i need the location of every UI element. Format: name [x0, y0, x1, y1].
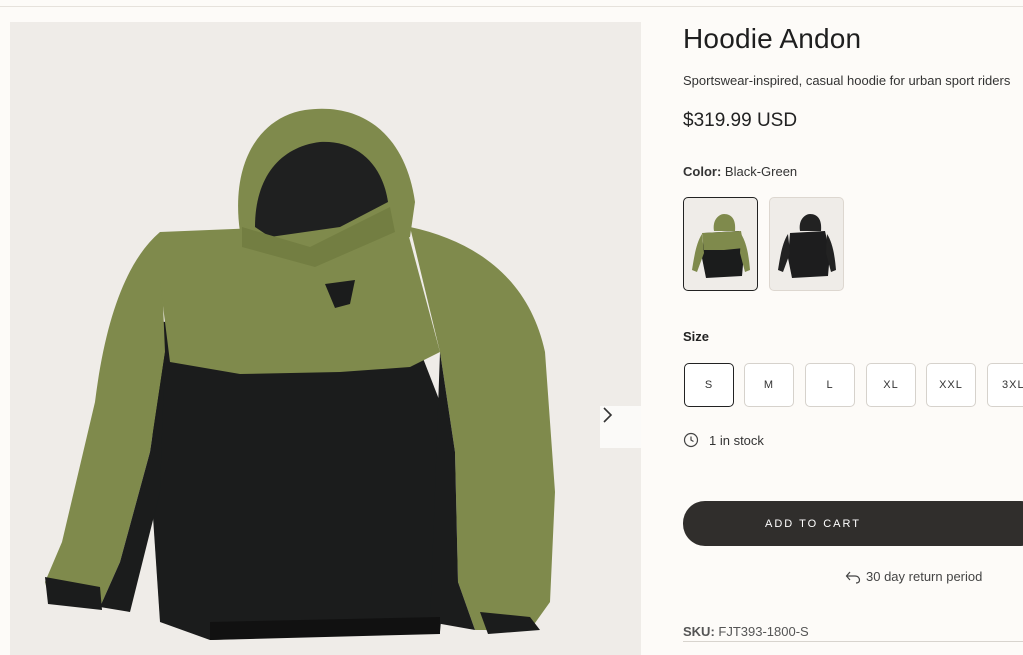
size-option-xl[interactable]: XL: [866, 363, 916, 407]
clock-icon: [683, 432, 699, 448]
swatch-black-image: [778, 214, 836, 278]
return-arrow-icon: [845, 571, 861, 584]
sku-row: SKU: FJT393-1800-S: [683, 624, 809, 639]
stock-status: 1 in stock: [683, 432, 764, 448]
stock-text: 1 in stock: [709, 432, 764, 448]
swatch-black-green[interactable]: [683, 197, 758, 291]
return-policy-text: 30 day return period: [866, 569, 983, 584]
sku-label: SKU:: [683, 624, 715, 639]
sku-divider: [683, 641, 1023, 642]
sku-value: FJT393-1800-S: [718, 624, 809, 639]
size-option-3xl[interactable]: 3XL: [987, 363, 1023, 407]
product-title: Hoodie Andon: [683, 23, 862, 54]
add-to-cart-label: ADD TO CART: [765, 517, 861, 530]
chevron-right-icon: [603, 407, 613, 423]
product-image: [45, 108, 555, 640]
size-option-xxl[interactable]: XXL: [926, 363, 976, 407]
size-label: Size: [683, 329, 710, 344]
return-policy: 30 day return period: [845, 569, 982, 584]
swatch-black[interactable]: [769, 197, 844, 291]
top-divider: [0, 6, 1023, 7]
color-value: Black-Green: [724, 164, 798, 179]
color-label: Color:: [683, 164, 722, 179]
product-gallery[interactable]: [10, 22, 641, 655]
size-option-l[interactable]: L: [805, 363, 855, 407]
size-option-m[interactable]: M: [744, 363, 794, 407]
add-to-cart-button[interactable]: ADD TO CART: [683, 501, 1023, 546]
color-label-row: Color: Black-Green: [683, 164, 797, 179]
size-option-s[interactable]: S: [684, 363, 734, 407]
next-image-button[interactable]: [600, 406, 641, 448]
product-subtitle: Sportswear-inspired, casual hoodie for u…: [683, 73, 1011, 88]
swatch-black-green-image: [692, 214, 750, 278]
product-price: $319.99 USD: [683, 110, 798, 131]
